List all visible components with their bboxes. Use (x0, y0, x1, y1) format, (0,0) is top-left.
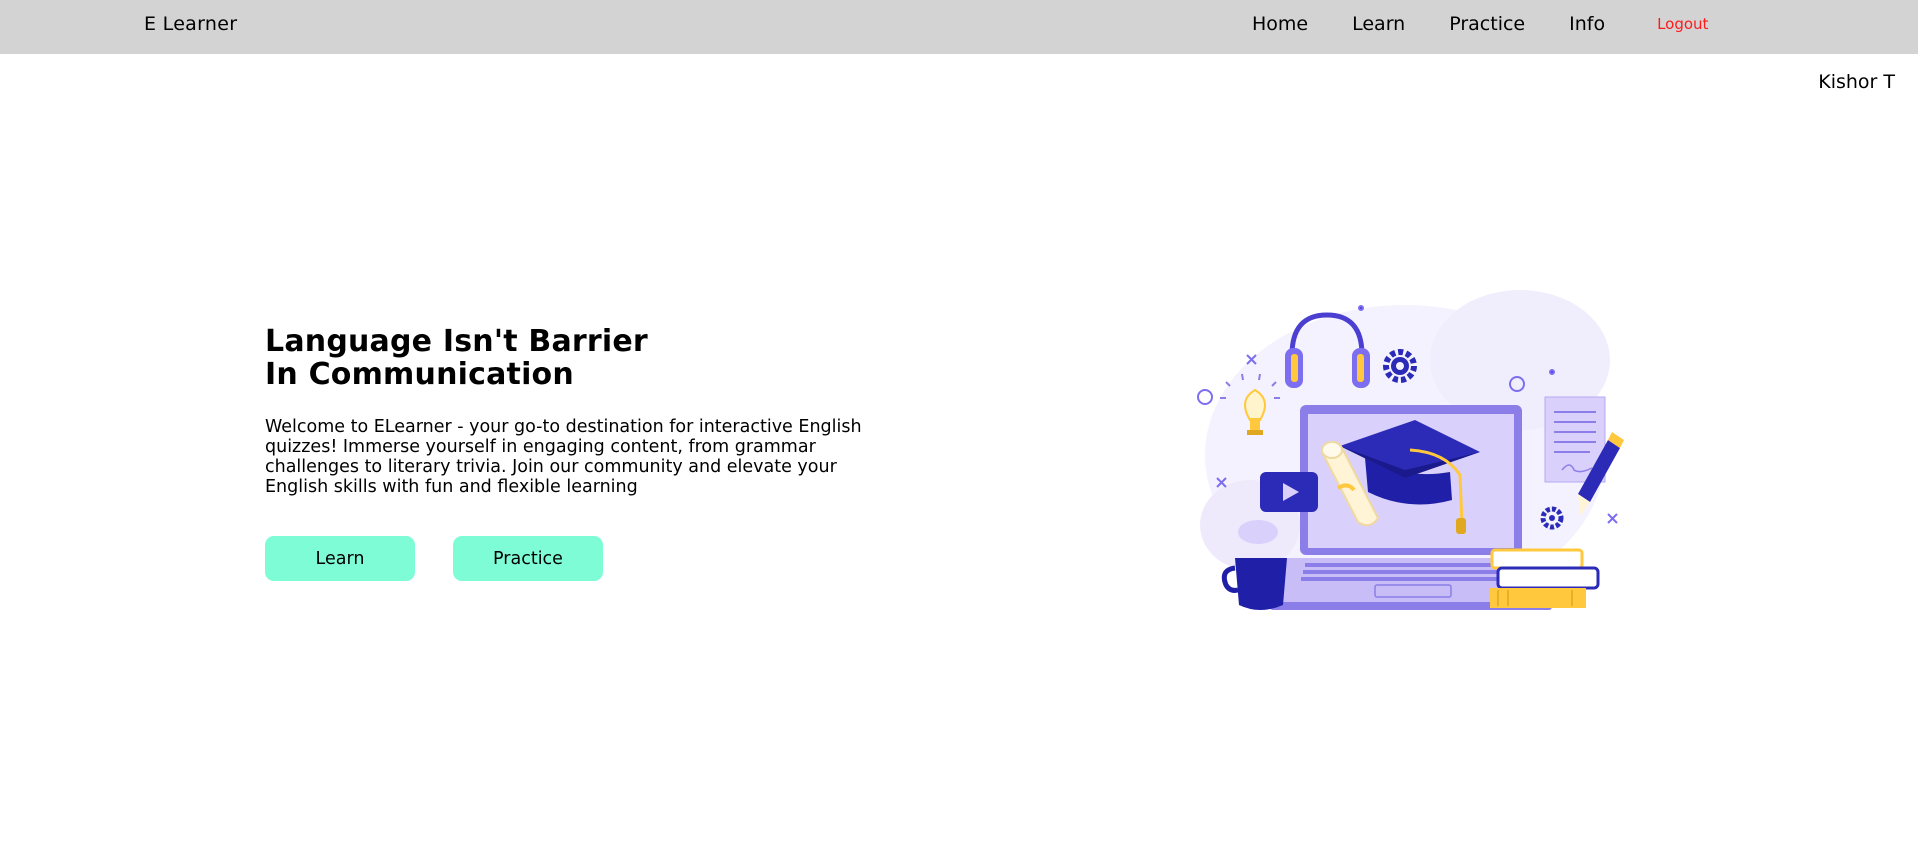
top-navbar: E Learner Home Learn Practice Info Logou… (0, 0, 1918, 54)
nav-practice-link[interactable]: Practice (1449, 13, 1525, 35)
hero-buttons: Learn Practice (265, 536, 603, 581)
learn-button[interactable]: Learn (265, 536, 415, 581)
hero-section: Language Isn't Barrier In Communication … (265, 325, 905, 497)
books-icon (1490, 548, 1600, 608)
video-play-icon (1260, 472, 1318, 512)
nav-home-link[interactable]: Home (1252, 13, 1308, 35)
practice-button[interactable]: Practice (453, 536, 603, 581)
user-name: Kishor T (1818, 71, 1895, 93)
e-learning-illustration (1197, 290, 1624, 610)
hero-description: Welcome to ELearner - your go-to destina… (265, 417, 862, 497)
hero-title: Language Isn't Barrier In Communication (265, 324, 648, 392)
brand-logo-text[interactable]: E Learner (144, 13, 237, 35)
nav-links: Home Learn Practice Info Logout (1252, 13, 1708, 35)
logout-link[interactable]: Logout (1657, 15, 1708, 33)
nav-info-link[interactable]: Info (1569, 13, 1605, 35)
nav-learn-link[interactable]: Learn (1352, 13, 1405, 35)
